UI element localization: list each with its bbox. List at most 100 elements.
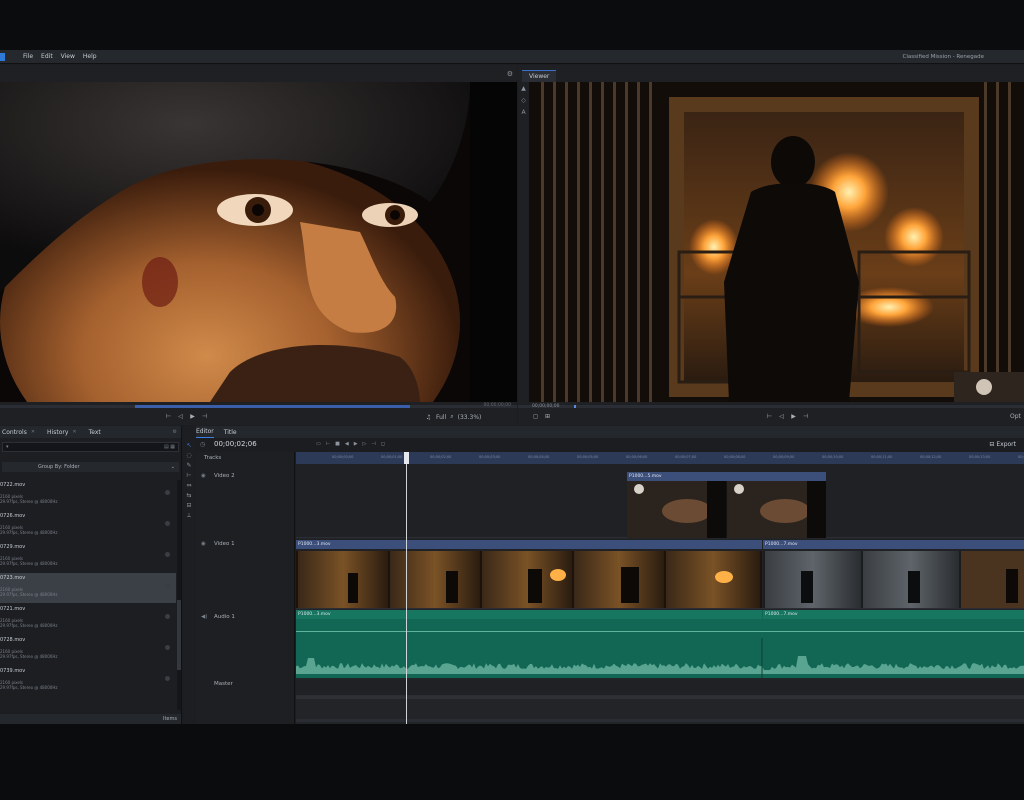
tab-text[interactable]: Text: [89, 429, 101, 436]
zoom-select[interactable]: Full: [436, 414, 446, 421]
mark-in-icon[interactable]: ⊢: [326, 441, 330, 447]
tab-editor[interactable]: Editor: [196, 426, 214, 438]
menu-edit[interactable]: Edit: [41, 53, 53, 60]
slide-tool-icon[interactable]: ⇆: [186, 492, 191, 499]
trimmer-scrubber[interactable]: [0, 405, 517, 408]
media-item-format: 29.97fps, Stereo @ 48000Hz: [0, 561, 58, 566]
ruler-tick-label: 00;00;13;00: [969, 455, 991, 459]
razor-tool-icon[interactable]: ✎: [186, 462, 191, 469]
status-dot: [165, 490, 170, 495]
selection-tool-icon[interactable]: ↖: [186, 442, 191, 449]
play-icon[interactable]: ▶: [790, 413, 797, 420]
gear-icon[interactable]: ⚙: [173, 429, 177, 435]
list-item-selected[interactable]: 0723.mov 2160 pixels 29.97fps, Stereo @ 4…: [0, 573, 176, 604]
eye-icon[interactable]: ◉: [201, 473, 206, 479]
play-icon[interactable]: ▶: [354, 441, 358, 447]
options-button[interactable]: Opt: [1010, 413, 1021, 420]
playhead[interactable]: [404, 452, 409, 724]
audio-icon[interactable]: ♫: [425, 414, 432, 421]
slip-tool-icon[interactable]: ◌: [186, 452, 191, 459]
mark-in-icon[interactable]: ⊢: [165, 413, 172, 420]
media-item-name: 0723.mov: [0, 575, 26, 581]
tab-history[interactable]: History: [47, 429, 68, 436]
export-label: Export: [996, 441, 1016, 448]
timeline[interactable]: 00;00;00;00 00;00;01;00 00;00;02;00 00;00;0…: [296, 452, 1024, 724]
media-item-name: 0729.mov: [0, 544, 26, 550]
mark-out-icon[interactable]: ⊣: [802, 413, 809, 420]
clip-name: P1000...5.mov: [627, 472, 826, 481]
step-back-icon[interactable]: ◀: [345, 441, 349, 447]
clip-thumbnails: [627, 481, 826, 538]
hand-tool-icon[interactable]: ⊟: [186, 502, 191, 509]
media-search-bar[interactable]: ▾ ▤ ▦: [2, 442, 179, 452]
app-window: File Edit View Help Classified Mission -…: [0, 50, 1024, 724]
text-tool-icon[interactable]: A: [521, 109, 525, 116]
mark-in-icon[interactable]: ⊢: [766, 413, 773, 420]
media-item-name: 0739.mov: [0, 668, 26, 674]
media-list: 0722.mov 2160 pixels 29.97fps, Stereo @ 4…: [0, 480, 176, 697]
ruler-tick-label: 00;00;14;00: [1018, 455, 1024, 459]
media-footer: Items: [0, 714, 181, 724]
mark-out-icon[interactable]: ⊣: [371, 441, 375, 447]
tab-controls[interactable]: Controls: [2, 429, 27, 436]
list-item[interactable]: 0726.mov 2160 pixels 29.97fps, Stereo @ 4…: [0, 511, 176, 542]
media-scrollbar[interactable]: [177, 480, 181, 710]
tab-title[interactable]: Title: [224, 427, 237, 438]
step-back-icon[interactable]: ◁: [177, 413, 184, 420]
playhead-handle[interactable]: [404, 452, 409, 464]
roll-tool-icon[interactable]: ⇔: [186, 482, 191, 489]
dropdown-arrow-icon[interactable]: ▾: [6, 444, 9, 450]
ruler-tick-label: 00;00;00;00: [332, 455, 354, 459]
mark-out-icon[interactable]: ⊣: [201, 413, 208, 420]
step-forward-icon[interactable]: ▷: [363, 441, 367, 447]
gear-icon[interactable]: ⚙: [507, 70, 513, 78]
close-icon[interactable]: ✕: [31, 429, 35, 435]
eye-icon[interactable]: ◉: [201, 541, 206, 547]
play-icon[interactable]: ▶: [189, 413, 196, 420]
magnifier-icon[interactable]: ⌕: [450, 413, 453, 421]
ruler-tick-label: 00;00;01;00: [381, 455, 403, 459]
menu-file[interactable]: File: [23, 53, 33, 60]
stop-icon[interactable]: ■: [335, 441, 340, 447]
snap-icon[interactable]: ⟂: [187, 512, 191, 520]
step-back-icon[interactable]: ◁: [778, 413, 785, 420]
editor-toolbar: ◷ 00;00;02;06 ▭ ⊢ ■ ◀ ▶ ▷ ⊣ ◻ ⊟ Export: [196, 438, 1024, 452]
menu-help[interactable]: Help: [83, 53, 97, 60]
clip-header-a: P1000...3.mov: [296, 540, 762, 549]
status-dot: [165, 645, 170, 650]
loop-icon[interactable]: ▭: [316, 441, 321, 447]
fullscreen-icon[interactable]: ◻: [381, 441, 385, 447]
ripple-tool-icon[interactable]: ⊢: [186, 472, 191, 479]
speaker-icon[interactable]: ◀): [201, 614, 207, 620]
menu-view[interactable]: View: [61, 53, 75, 60]
trimmer-video-frame: [0, 82, 517, 402]
status-dot: [165, 676, 170, 681]
list-item[interactable]: 0728.mov 2160 pixels 29.97fps, Stereo @ 4…: [0, 635, 176, 666]
pointer-icon[interactable]: ▲: [521, 85, 526, 92]
items-button[interactable]: Items: [163, 716, 177, 722]
viewer-left-tools: ◻ ⊞: [532, 413, 551, 420]
zoom-percent[interactable]: (33.3%): [458, 414, 482, 421]
transform-icon[interactable]: ◇: [521, 97, 526, 104]
list-item[interactable]: 0722.mov 2160 pixels 29.97fps, Stereo @ 4…: [0, 480, 176, 511]
trimmer-tabstrip: ⚙: [0, 65, 517, 82]
ruler-tick-label: 00;00;02;00: [430, 455, 452, 459]
loop-icon[interactable]: ◻: [532, 413, 539, 420]
editor-mini-controls: ▭ ⊢ ■ ◀ ▶ ▷ ⊣ ◻: [316, 441, 385, 447]
editor-panel: Editor Title ◷ 00;00;02;06 ▭ ⊢ ■ ◀ ▶ ▷ ⊣…: [196, 426, 1024, 724]
viewer-video-frame: [529, 82, 1024, 402]
export-button[interactable]: ⊟ Export: [989, 441, 1016, 448]
compare-icon[interactable]: ⊞: [544, 413, 551, 420]
clip-video-2[interactable]: P1000...5.mov: [627, 472, 826, 538]
group-by-dropdown[interactable]: Group By: Folder ⌄: [2, 462, 179, 472]
view-toggle-icons[interactable]: ▤ ▦: [164, 444, 175, 450]
close-icon[interactable]: ✕: [72, 429, 76, 435]
viewer-scrubber[interactable]: [518, 405, 1024, 408]
tab-viewer[interactable]: Viewer: [522, 70, 557, 82]
list-item[interactable]: 0729.mov 2160 pixels 29.97fps, Stereo @ 4…: [0, 542, 176, 573]
editor-timecode[interactable]: 00;00;02;06: [214, 440, 257, 448]
list-item[interactable]: 0721.mov 2160 pixels 29.97fps, Stereo @ 4…: [0, 604, 176, 635]
viewer-transport: ⊢ ◁ ▶ ⊣: [766, 413, 809, 420]
viewer-options: Opt: [1010, 413, 1021, 420]
list-item[interactable]: 0739.mov 2160 pixels 29.97fps, Stereo @ 4…: [0, 666, 176, 697]
